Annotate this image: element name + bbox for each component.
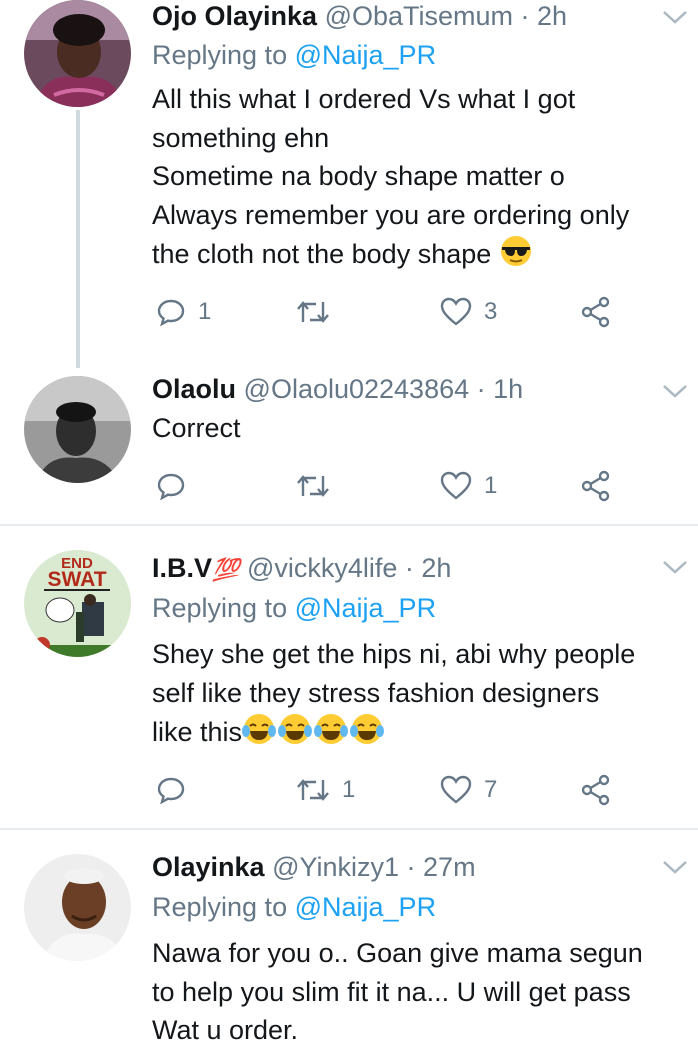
tweet-actions: 1 3 <box>152 292 672 332</box>
tweet-line: something ehn <box>152 122 330 153</box>
chevron-down-icon[interactable] <box>660 556 690 578</box>
replying-to: Replying to @Naija_PR <box>152 891 436 923</box>
share-button[interactable] <box>580 292 612 332</box>
like-count: 3 <box>484 298 498 325</box>
user-handle[interactable]: @Olaolu02243864 <box>244 374 470 404</box>
avatar[interactable]: END SWAT <box>24 550 131 657</box>
avatar[interactable] <box>24 376 131 483</box>
replying-prefix: Replying to <box>152 593 288 623</box>
tweet-header: Ojo Olayinka @ObaTisemum · 2h <box>152 0 567 32</box>
reply-button[interactable]: 1 <box>156 292 211 332</box>
share-icon <box>581 296 610 328</box>
avatar-text-main: SWAT <box>47 568 106 591</box>
tweet-text: Correct <box>152 409 692 448</box>
chevron-down-icon[interactable] <box>660 856 690 878</box>
display-name[interactable]: Olayinka <box>152 852 265 882</box>
share-icon <box>581 470 610 502</box>
tweet-line: All this what I ordered Vs what I got <box>152 84 576 114</box>
like-icon <box>440 775 472 804</box>
tweet-actions: 1 7 <box>152 770 672 810</box>
retweet-icon <box>297 475 329 497</box>
tweet-header: Olayinka @Yinkizy1 · 27m <box>152 851 476 883</box>
thread-line <box>76 110 80 368</box>
like-count: 1 <box>484 472 498 499</box>
chevron-down-icon[interactable] <box>660 6 690 28</box>
tweet-line: Shey she get the hips ni, abi why people <box>152 639 636 669</box>
user-handle[interactable]: @vickky4life <box>247 553 397 583</box>
like-icon <box>440 297 472 326</box>
like-icon <box>440 471 472 500</box>
tweet-text: All this what I ordered Vs what I got so… <box>152 80 692 274</box>
tweet-line: Always remember you are ordering only <box>152 199 630 230</box>
mention-link[interactable]: @Naija_PR <box>295 892 436 922</box>
tweet-line: like this <box>152 712 692 752</box>
share-button[interactable] <box>580 466 612 506</box>
retweet-button[interactable] <box>296 292 342 332</box>
replying-to: Replying to @Naija_PR <box>152 592 436 624</box>
reply-icon <box>157 299 185 327</box>
tweet-1[interactable]: Ojo Olayinka @ObaTisemum · 2h Replying t… <box>0 0 698 370</box>
reply-icon <box>157 777 185 805</box>
display-name[interactable]: Olaolu <box>152 374 236 404</box>
tweet-divider <box>0 828 698 830</box>
tweet-divider <box>0 524 698 526</box>
tweet-text: Shey she get the hips ni, abi why people… <box>152 635 692 752</box>
chevron-down-icon[interactable] <box>660 380 690 402</box>
timestamp[interactable]: · 2h <box>405 553 452 583</box>
avatar[interactable] <box>24 0 131 107</box>
timestamp[interactable]: · 2h <box>521 1 568 31</box>
display-name[interactable]: I.B.V <box>152 553 212 583</box>
mention-link[interactable]: @Naija_PR <box>295 40 436 70</box>
tweet-header: Olaolu @Olaolu02243864 · 1h <box>152 373 523 405</box>
user-handle[interactable]: @Yinkizy1 <box>272 852 399 882</box>
avatar[interactable] <box>24 854 131 961</box>
replying-prefix: Replying to <box>152 40 288 70</box>
retweet-icon <box>297 779 329 801</box>
reply-button[interactable] <box>156 466 198 506</box>
tweet-line: Wat u order. <box>152 1015 299 1045</box>
timestamp[interactable]: · 27m <box>407 852 476 882</box>
tweet-line: Nawa for you o.. Goan give mama segun <box>152 938 643 968</box>
mention-link[interactable]: @Naija_PR <box>295 593 436 623</box>
tweet-line: Correct <box>152 413 241 443</box>
tweet-actions: 1 <box>152 466 672 506</box>
tweet-line-text: the cloth not the body shape <box>152 239 492 269</box>
display-name[interactable]: Ojo Olayinka <box>152 1 317 31</box>
tears-of-joy-emoji-icon <box>242 714 385 744</box>
tweet-header: I.B.V💯 @vickky4life · 2h <box>152 552 451 586</box>
tweet-line: Sometime na body shape matter o <box>152 161 565 191</box>
tweet-text: Nawa for you o.. Goan give mama segun to… <box>152 934 692 1050</box>
like-count: 7 <box>484 776 498 803</box>
tweet-3[interactable]: END SWAT I.B.V💯 @vickky4life · 2h Replyi… <box>0 546 698 826</box>
timestamp[interactable]: · 1h <box>477 374 524 404</box>
reply-count: 1 <box>198 298 212 325</box>
share-button[interactable] <box>580 770 612 810</box>
replying-to: Replying to @Naija_PR <box>152 39 436 71</box>
tweet-2[interactable]: Olaolu @Olaolu02243864 · 1h Correct 1 <box>0 370 698 525</box>
retweet-count: 1 <box>342 776 356 803</box>
tweet-4[interactable]: Olayinka @Yinkizy1 · 27m Replying to @Na… <box>0 848 698 1051</box>
sunglasses-emoji-icon <box>500 236 531 266</box>
like-button[interactable]: 3 <box>440 292 497 332</box>
tweet-line: to help you slim fit it na... U will get… <box>152 976 631 1007</box>
user-handle[interactable]: @ObaTisemum <box>325 1 513 31</box>
reply-button[interactable] <box>156 770 198 810</box>
like-button[interactable]: 7 <box>440 770 497 810</box>
hundred-points-badge: 💯 <box>212 557 240 582</box>
retweet-button[interactable] <box>296 466 342 506</box>
retweet-icon <box>297 301 329 323</box>
share-icon <box>581 774 610 806</box>
tweet-line: self like they stress fashion designers <box>152 677 600 708</box>
retweet-button[interactable]: 1 <box>296 770 355 810</box>
replying-prefix: Replying to <box>152 892 288 922</box>
tweet-line-text: like this <box>152 717 243 747</box>
tweet-line: the cloth not the body shape <box>152 234 692 274</box>
reply-icon <box>157 473 185 501</box>
like-button[interactable]: 1 <box>440 466 497 506</box>
